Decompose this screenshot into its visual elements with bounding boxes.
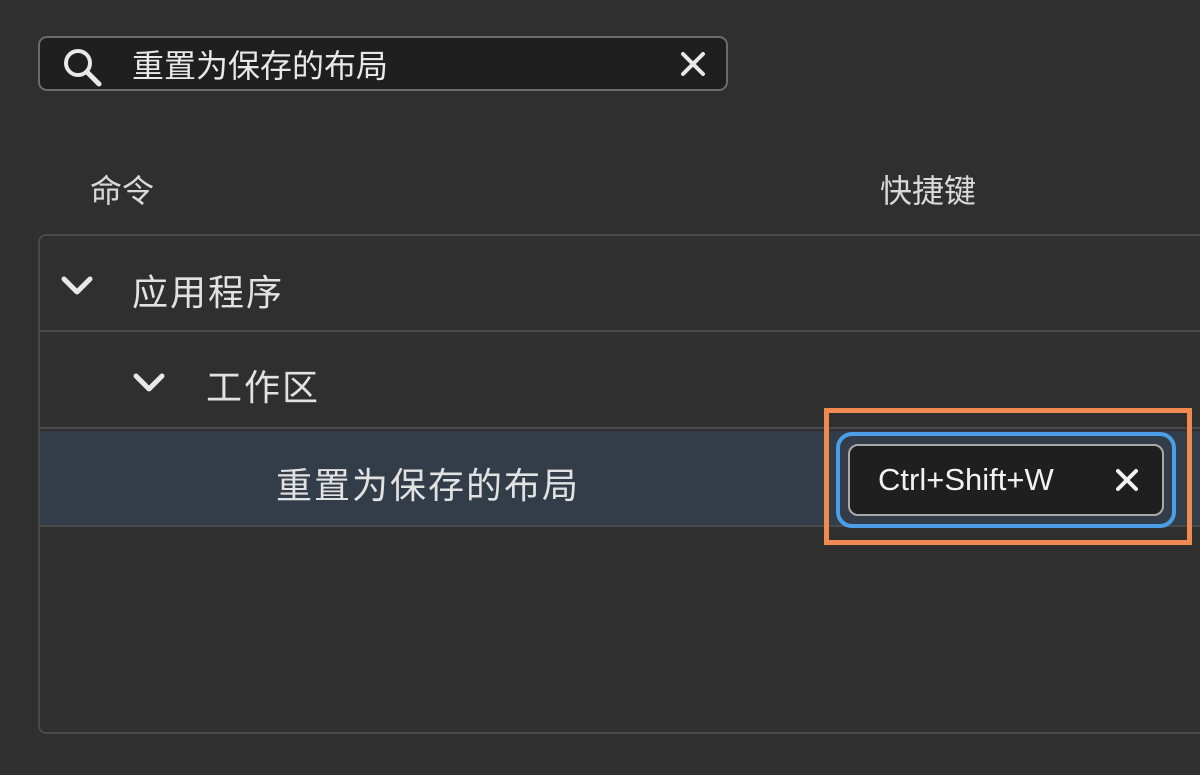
search-icon xyxy=(64,49,102,87)
shortcut-value: Ctrl+Shift+W xyxy=(878,462,1054,497)
tree-group-application[interactable]: 应用程序 xyxy=(40,236,1200,332)
shortcut-field[interactable]: Ctrl+Shift+W xyxy=(836,432,1176,528)
shortcut-input[interactable]: Ctrl+Shift+W xyxy=(848,444,1164,516)
tree-subgroup-label: 工作区 xyxy=(206,368,321,409)
column-header-shortcut: 快捷键 xyxy=(880,172,977,210)
tree-group-label: 应用程序 xyxy=(132,273,285,314)
close-icon[interactable] xyxy=(678,49,708,79)
chevron-down-icon[interactable] xyxy=(60,274,94,298)
column-header-command: 命令 xyxy=(90,172,155,210)
command-label: 重置为保存的布局 xyxy=(276,466,581,507)
chevron-down-icon[interactable] xyxy=(132,371,166,395)
search-input[interactable] xyxy=(132,44,652,84)
remove-shortcut-icon[interactable] xyxy=(1114,467,1140,493)
search-box[interactable] xyxy=(38,36,728,91)
